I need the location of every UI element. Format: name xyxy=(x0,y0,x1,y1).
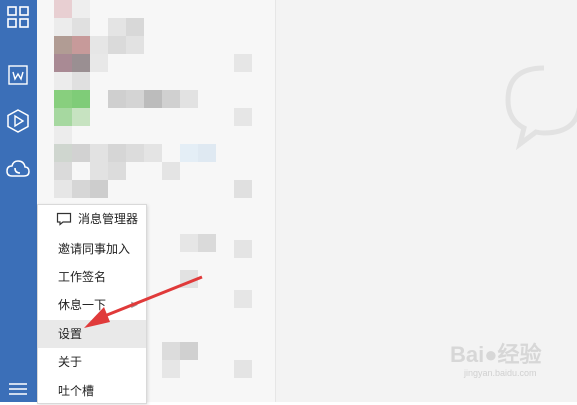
watermark-brand: Bai xyxy=(450,342,485,367)
menu-item-label: 关于 xyxy=(58,355,83,369)
menu-item-label: 邀请同事加入 xyxy=(58,242,131,256)
menu-item-message-manager[interactable]: 消息管理器 xyxy=(38,205,146,233)
apps-grid-icon[interactable] xyxy=(5,4,31,30)
watermark-brand2: 经验 xyxy=(497,342,542,367)
menu-item-feedback[interactable]: 吐个槽 xyxy=(38,377,146,405)
document-w-icon[interactable] xyxy=(5,62,31,88)
menu-item-label: 消息管理器 xyxy=(78,212,139,226)
menu-item-label: 工作签名 xyxy=(58,270,107,284)
message-manager-icon xyxy=(56,212,72,226)
site-watermark: Bai●经验 jingyan.baidu.com xyxy=(450,342,570,392)
left-rail xyxy=(0,0,37,402)
hamburger-menu-icon[interactable] xyxy=(5,376,31,402)
menu-item-about[interactable]: 关于 xyxy=(38,348,146,376)
menu-item-label: 吐个槽 xyxy=(58,384,95,398)
menu-item-invite-colleagues[interactable]: 邀请同事加入 xyxy=(38,235,146,263)
paw-icon: ● xyxy=(484,342,498,367)
settings-popup-menu: 消息管理器 邀请同事加入 工作签名 休息一下 ► 设置 关于 吐个槽 xyxy=(37,204,147,404)
menu-item-label: 设置 xyxy=(58,327,83,341)
menu-item-take-a-break[interactable]: 休息一下 ► xyxy=(38,291,146,319)
chevron-right-icon: ► xyxy=(129,299,140,311)
menu-item-label: 休息一下 xyxy=(58,298,107,312)
chat-bubble-icon xyxy=(505,65,577,150)
hexagon-play-icon[interactable] xyxy=(5,108,31,134)
cloud-phone-icon[interactable] xyxy=(5,156,31,182)
menu-item-settings[interactable]: 设置 xyxy=(38,320,146,348)
menu-item-work-signature[interactable]: 工作签名 xyxy=(38,263,146,291)
watermark-sub: jingyan.baidu.com xyxy=(464,368,537,378)
